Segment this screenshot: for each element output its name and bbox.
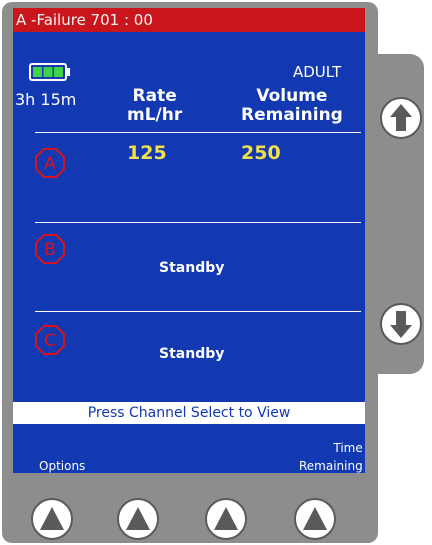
softkey-time-line1: Time (333, 441, 363, 455)
channel-b-status: Standby (159, 260, 225, 276)
softkey-button-2[interactable] (117, 498, 159, 540)
softkey-time-remaining-label: Time Remaining (299, 439, 363, 473)
channel-c-letter: C (44, 331, 56, 351)
softkey-button-4[interactable] (294, 498, 336, 540)
softkey-button-3[interactable] (205, 498, 247, 540)
rate-column-header: Rate mL/hr (127, 87, 182, 125)
volume-header-title: Volume (256, 86, 328, 106)
pump-screen: A -Failure 701 : 00 ADULT 3h 15m Rate mL… (13, 8, 365, 473)
up-arrow-icon (390, 104, 412, 131)
rate-header-unit: mL/hr (127, 105, 183, 125)
scroll-down-button[interactable] (380, 303, 422, 345)
up-triangle-icon (303, 507, 327, 530)
channel-b-badge[interactable]: B (34, 233, 66, 265)
channel-c-badge[interactable]: C (34, 324, 66, 356)
channel-a-letter: A (44, 154, 56, 174)
patient-type-label: ADULT (293, 63, 342, 81)
rate-header-title: Rate (132, 86, 177, 106)
softkey-options-label: Options (39, 459, 86, 473)
softkey-button-1[interactable] (31, 498, 73, 540)
scroll-up-button[interactable] (380, 97, 422, 139)
instruction-banner: Press Channel Select to View (13, 402, 365, 424)
channel-a-badge[interactable]: A (34, 147, 66, 179)
channel-c-status: Standby (159, 346, 225, 362)
volume-column-header: Volume Remaining (241, 87, 343, 125)
channel-b-letter: B (44, 240, 56, 260)
up-triangle-icon (214, 507, 238, 530)
battery-full-icon (29, 63, 70, 81)
up-triangle-icon (126, 507, 150, 530)
channel-a-divider (35, 222, 361, 223)
header-divider (35, 132, 361, 133)
channel-a-volume: 250 (241, 142, 281, 164)
battery-time-label: 3h 15m (15, 90, 77, 109)
down-arrow-icon (390, 311, 412, 338)
channel-a-rate: 125 (127, 142, 167, 164)
up-triangle-icon (40, 507, 64, 530)
channel-b-divider (35, 311, 361, 312)
volume-header-unit: Remaining (241, 105, 343, 125)
softkey-time-line2: Remaining (299, 459, 363, 473)
alarm-bar: A -Failure 701 : 00 (13, 8, 365, 32)
